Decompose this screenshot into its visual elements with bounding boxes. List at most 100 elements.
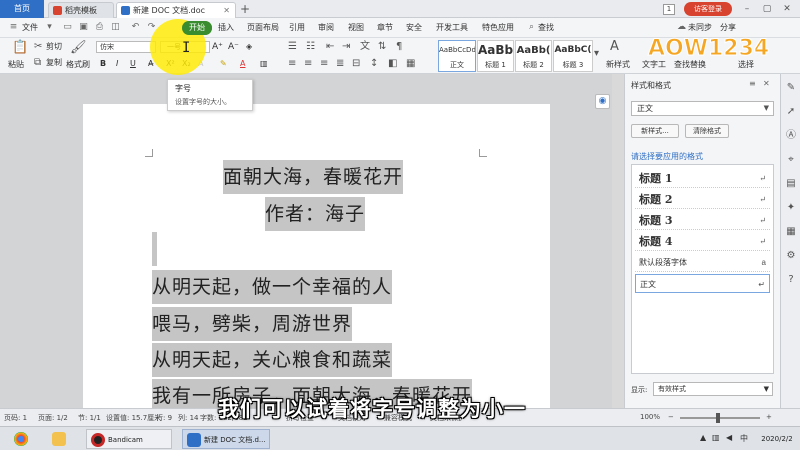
login-button[interactable]: 访客登录 xyxy=(684,2,732,16)
format-painter-icon[interactable]: 🖌 xyxy=(70,41,87,54)
style-heading-2[interactable]: AaBb( 标题 2 xyxy=(515,40,552,72)
doc-body-line[interactable]: 从明天起，做一个幸福的人 xyxy=(152,270,393,304)
shading-icon[interactable]: ◧ xyxy=(388,58,397,70)
style-list-item-default-font[interactable]: 默认段落字体 a xyxy=(635,253,770,272)
style-heading-3[interactable]: AaBbC( 标题 3 xyxy=(553,40,593,72)
close-window-icon[interactable]: ✕ xyxy=(780,2,794,16)
chinese-layout-icon[interactable]: 文 xyxy=(360,41,370,53)
align-left-icon[interactable]: ≡ xyxy=(288,58,296,70)
panel-close-icon[interactable]: ✕ xyxy=(763,79,770,88)
layout-icon[interactable]: ▤ xyxy=(785,178,797,190)
current-style-select[interactable]: 正文 ▼ xyxy=(631,101,774,116)
paste-icon[interactable]: 📋 xyxy=(12,41,28,54)
tab-docer-templates[interactable]: 稻壳模板 xyxy=(48,2,114,18)
shrink-font-icon[interactable]: A⁻ xyxy=(228,41,239,53)
style-list-item-heading-2[interactable]: 标题 2 ↵ xyxy=(635,190,770,209)
menu-home-overlay[interactable]: 开始 xyxy=(182,21,212,35)
zoom-slider[interactable] xyxy=(680,417,760,419)
increase-indent-icon[interactable]: ⇥ xyxy=(342,41,350,53)
style-list-item-heading-4[interactable]: 标题 4 ↵ xyxy=(635,232,770,251)
scissors-icon[interactable]: ✂ xyxy=(34,41,42,53)
volume-icon[interactable]: ◀ xyxy=(726,433,732,442)
location-pin-icon[interactable]: ◉ xyxy=(595,94,610,109)
text-tools-button[interactable]: 文字工 xyxy=(642,59,666,71)
style-heading-1[interactable]: AaBb 标题 1 xyxy=(477,40,514,72)
menu-page-layout[interactable]: 页面布局 xyxy=(247,18,279,38)
file-menu[interactable]: 文件 xyxy=(22,18,38,38)
highlight-icon[interactable]: ✎ xyxy=(220,58,227,70)
taskbar-clock[interactable]: 2020/2/2 xyxy=(757,429,797,444)
new-doc-icon[interactable]: ▭ xyxy=(62,22,73,33)
settings-icon[interactable]: ⚙ xyxy=(785,250,797,262)
sync-icon[interactable]: ☁ xyxy=(676,22,687,33)
find-replace-button[interactable]: 查找替换 xyxy=(674,59,706,71)
style-list-item-heading-1[interactable]: 标题 1 ↵ xyxy=(635,169,770,188)
format-painter-button[interactable]: 格式刷 xyxy=(66,59,90,71)
clear-format-icon[interactable]: ◈ xyxy=(246,41,252,53)
taskbar-wps-writer[interactable]: 新建 DOC 文档.d... xyxy=(182,429,270,449)
save-icon[interactable]: ▣ xyxy=(78,22,89,33)
pen-icon[interactable]: ✎ xyxy=(785,82,797,94)
grid-icon[interactable]: ▦ xyxy=(785,226,797,238)
doc-body-line[interactable]: 喂马，劈柴，周游世界 xyxy=(152,307,353,341)
menu-developer[interactable]: 开发工具 xyxy=(436,18,468,38)
search-menu[interactable]: 查找 xyxy=(538,18,554,38)
tray-chevron-icon[interactable]: ▲ xyxy=(700,433,706,442)
paste-button[interactable]: 粘贴 xyxy=(8,59,24,71)
borders-icon[interactable]: ▦ xyxy=(406,58,415,70)
maximize-icon[interactable]: ▢ xyxy=(760,2,774,16)
menu-security[interactable]: 安全 xyxy=(406,18,422,38)
taskbar-chrome[interactable] xyxy=(14,429,31,449)
help-icon[interactable]: ? xyxy=(785,274,797,286)
network-icon[interactable]: ▥ xyxy=(712,433,720,442)
bullet-list-icon[interactable]: ☰ xyxy=(288,41,297,53)
hamburger-menu-icon[interactable]: ≡ xyxy=(8,22,19,33)
new-style-panel-button[interactable]: 新样式... xyxy=(631,124,679,138)
chevron-down-icon[interactable]: ▾ xyxy=(44,22,55,33)
doc-title-line[interactable]: 面朝大海，春暖花开 xyxy=(223,160,404,194)
menu-special[interactable]: 特色应用 xyxy=(482,18,514,38)
menu-view[interactable]: 视图 xyxy=(348,18,364,38)
bold-button[interactable]: B xyxy=(100,58,106,70)
menu-references[interactable]: 引用 xyxy=(289,18,305,38)
add-tab-button[interactable]: + xyxy=(238,1,252,17)
align-center-icon[interactable]: ≡ xyxy=(304,58,312,70)
line-spacing-icon[interactable]: ↕ xyxy=(370,58,378,70)
zoom-out-icon[interactable]: − xyxy=(668,413,674,421)
menu-insert[interactable]: 插入 xyxy=(218,18,234,38)
panel-menu-icon[interactable]: ≡ xyxy=(749,79,756,88)
zoom-slider-handle[interactable] xyxy=(716,413,720,423)
zoom-in-icon[interactable]: + xyxy=(766,413,772,421)
location-icon[interactable]: ⌖ xyxy=(785,154,797,166)
new-style-button[interactable]: 新样式 xyxy=(606,59,630,71)
print-icon[interactable]: ⎙ xyxy=(94,22,105,33)
taskbar-explorer[interactable] xyxy=(52,429,69,449)
show-filter-select[interactable]: 有效样式 ▼ xyxy=(653,382,773,396)
style-list-item-heading-3[interactable]: 标题 3 ↵ xyxy=(635,211,770,230)
menu-chapter[interactable]: 章节 xyxy=(377,18,393,38)
taskbar-bandicam[interactable]: Bandicam xyxy=(86,429,172,449)
styles-more-icon[interactable]: ▾ xyxy=(594,48,599,60)
doc-body-line[interactable]: 从明天起，关心粮食和蔬菜 xyxy=(152,343,393,377)
undo-icon[interactable]: ↶ xyxy=(130,22,141,33)
underline-button[interactable]: U xyxy=(130,58,136,70)
copy-icon[interactable]: ⧉ xyxy=(34,57,41,69)
cut-button[interactable]: 剪切 xyxy=(46,41,62,53)
minimize-icon[interactable]: – xyxy=(740,2,754,16)
style-normal[interactable]: AaBbCcDd 正文 xyxy=(438,40,476,72)
justify-icon[interactable]: ≣ xyxy=(336,58,344,70)
show-marks-icon[interactable]: ¶ xyxy=(396,41,402,53)
italic-button[interactable]: I xyxy=(116,58,118,70)
char-shading-icon[interactable]: ▥ xyxy=(260,58,268,70)
new-style-icon[interactable]: A xyxy=(610,40,619,53)
decrease-indent-icon[interactable]: ⇤ xyxy=(326,41,334,53)
preview-icon[interactable]: ◫ xyxy=(110,22,121,33)
clear-format-button[interactable]: 清除格式 xyxy=(685,124,729,138)
input-language[interactable]: 中 xyxy=(740,433,748,444)
search-icon[interactable]: ⌕ xyxy=(526,22,537,33)
tools-icon[interactable]: ✦ xyxy=(785,202,797,214)
grow-font-icon[interactable]: A⁺ xyxy=(212,41,223,53)
doc-author-line[interactable]: 作者：海子 xyxy=(265,197,366,231)
close-icon[interactable]: ✕ xyxy=(223,3,230,18)
distribute-icon[interactable]: ⊟ xyxy=(352,58,360,70)
